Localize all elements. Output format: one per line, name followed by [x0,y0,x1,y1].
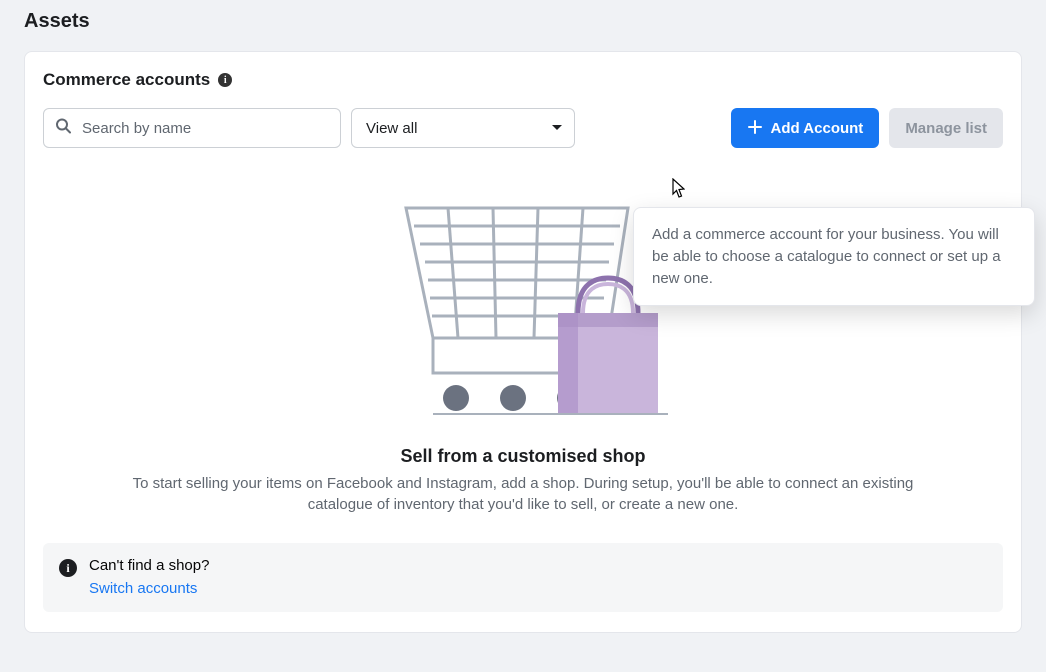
plus-icon [747,119,763,138]
card-title: Commerce accounts [43,70,210,90]
filter-select-button[interactable]: View all [351,108,575,148]
search-wrap [43,108,341,148]
controls-row: View all Add Account Manage list [43,108,1003,148]
filter-selected-label: View all [366,120,417,137]
manage-list-button[interactable]: Manage list [889,108,1003,148]
help-banner: i Can't find a shop? Switch accounts [43,543,1003,612]
empty-state-title: Sell from a customised shop [43,446,1003,467]
add-account-button[interactable]: Add Account [731,108,880,148]
manage-list-label: Manage list [905,120,987,137]
commerce-accounts-card: Commerce accounts i View all Add Account [24,51,1022,633]
search-input[interactable] [43,108,341,148]
add-account-label: Add Account [771,120,864,137]
add-account-tooltip: Add a commerce account for your business… [633,207,1035,306]
switch-accounts-link[interactable]: Switch accounts [89,580,197,597]
card-header: Commerce accounts i [43,70,1003,90]
banner-title: Can't find a shop? [89,557,209,574]
filter-select[interactable]: View all [351,108,575,148]
chevron-down-icon [551,119,563,137]
empty-state-description: To start selling your items on Facebook … [113,473,933,515]
info-icon[interactable]: i [218,73,232,87]
info-icon: i [59,559,77,577]
page-title: Assets [24,0,1022,51]
search-icon [55,118,71,139]
